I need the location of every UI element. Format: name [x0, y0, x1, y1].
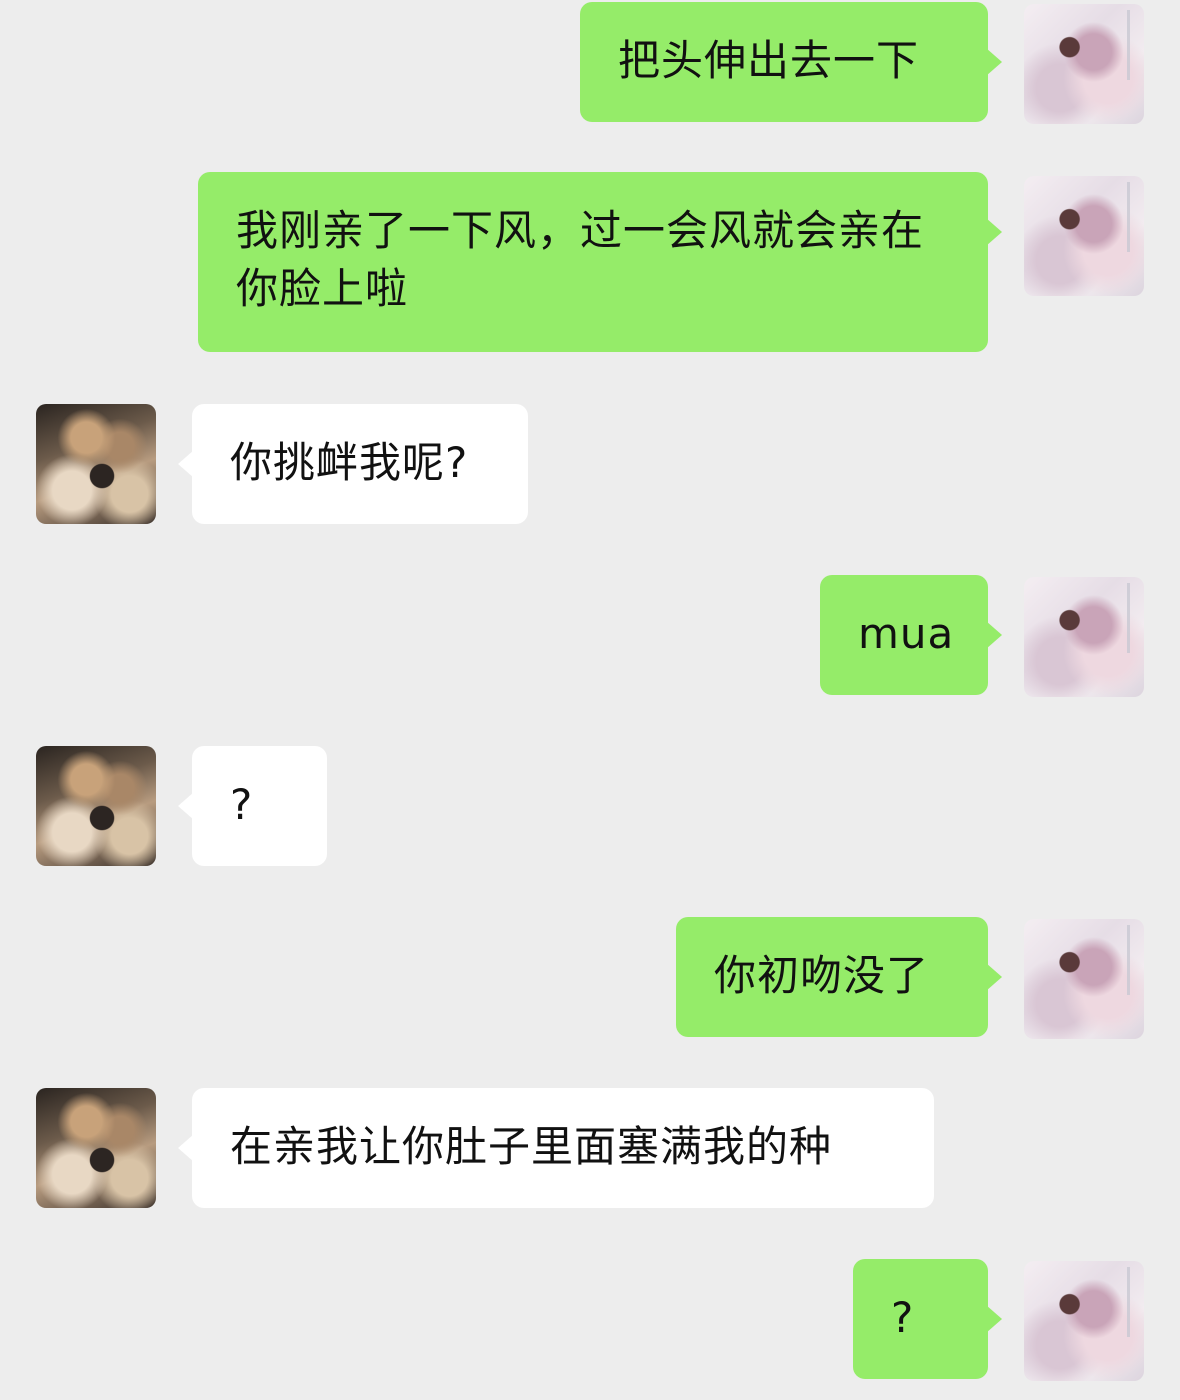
- message-text: ?: [891, 1293, 915, 1342]
- message-row: 把头伸出去一下: [0, 2, 1180, 124]
- chat-message-list[interactable]: 把头伸出去一下 我刚亲了一下风，过一会风就会亲在你脸上啦 你挑衅我呢? mua …: [0, 0, 1180, 1400]
- message-text: 在亲我让你肚子里面塞满我的种: [230, 1122, 833, 1171]
- message-row: ?: [0, 746, 1180, 866]
- message-row: mua: [0, 575, 1180, 697]
- message-text: mua: [858, 609, 955, 658]
- message-row: 在亲我让你肚子里面塞满我的种: [0, 1088, 1180, 1208]
- message-text: 你挑衅我呢?: [230, 438, 469, 487]
- message-row: 你初吻没了: [0, 917, 1180, 1039]
- contact-avatar[interactable]: [36, 1088, 156, 1208]
- my-avatar[interactable]: [1024, 919, 1144, 1039]
- message-bubble-outgoing[interactable]: ?: [853, 1259, 1002, 1379]
- message-row: ?: [0, 1259, 1180, 1381]
- message-text: 把头伸出去一下: [618, 36, 920, 85]
- message-bubble-outgoing[interactable]: 把头伸出去一下: [580, 2, 1002, 122]
- message-row: 你挑衅我呢?: [0, 404, 1180, 524]
- contact-avatar[interactable]: [36, 404, 156, 524]
- message-text: 你初吻没了: [714, 951, 930, 1000]
- my-avatar[interactable]: [1024, 176, 1144, 296]
- message-bubble-incoming[interactable]: 在亲我让你肚子里面塞满我的种: [178, 1088, 934, 1208]
- contact-avatar[interactable]: [36, 746, 156, 866]
- my-avatar[interactable]: [1024, 577, 1144, 697]
- message-row: 我刚亲了一下风，过一会风就会亲在你脸上啦: [0, 172, 1180, 354]
- message-bubble-outgoing[interactable]: 我刚亲了一下风，过一会风就会亲在你脸上啦: [198, 172, 1002, 352]
- message-bubble-incoming[interactable]: ?: [178, 746, 327, 866]
- message-bubble-outgoing[interactable]: mua: [820, 575, 1002, 695]
- my-avatar[interactable]: [1024, 4, 1144, 124]
- message-text: 我刚亲了一下风，过一会风就会亲在你脸上啦: [236, 206, 925, 313]
- message-text: ?: [230, 780, 254, 829]
- message-bubble-outgoing[interactable]: 你初吻没了: [676, 917, 1002, 1037]
- message-bubble-incoming[interactable]: 你挑衅我呢?: [178, 404, 528, 524]
- my-avatar[interactable]: [1024, 1261, 1144, 1381]
